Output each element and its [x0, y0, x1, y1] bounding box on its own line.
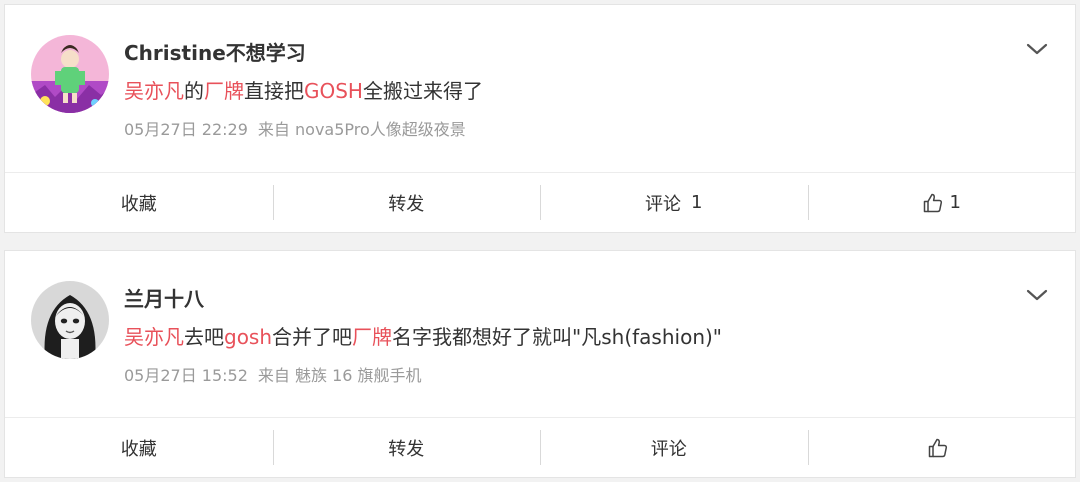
chevron-down-icon[interactable]: [1025, 41, 1049, 57]
comment-card: Christine不想学习 吴亦凡的厂牌直接把GOSH全搬过来得了 05月27日…: [4, 4, 1076, 233]
timestamp: 05月27日 15:52: [124, 366, 248, 385]
repost-button[interactable]: 转发: [272, 418, 541, 477]
repost-button[interactable]: 转发: [272, 173, 541, 232]
comment-button[interactable]: 评论: [540, 418, 808, 477]
comment-count: 1: [691, 192, 703, 213]
like-count: 1: [949, 192, 961, 213]
comment-content: 吴亦凡的厂牌直接把GOSH全搬过来得了: [124, 75, 483, 104]
favorite-label: 收藏: [120, 193, 157, 215]
comment-label: 评论: [645, 193, 682, 215]
timestamp: 05月27日 22:29: [124, 120, 248, 139]
thumbs-up-icon: [922, 192, 944, 214]
mention-link[interactable]: 吴亦凡: [124, 325, 184, 349]
favorite-button[interactable]: 收藏: [5, 418, 273, 477]
username[interactable]: Christine不想学习: [124, 37, 306, 66]
topic-link[interactable]: 厂牌: [352, 325, 392, 349]
content-text: 合并了吧: [272, 325, 353, 349]
topic-link[interactable]: 厂牌: [204, 79, 244, 103]
like-button[interactable]: 1: [807, 173, 1076, 232]
avatar[interactable]: [31, 281, 109, 359]
topic-link[interactable]: GOSH: [304, 79, 363, 103]
repost-label: 转发: [388, 193, 425, 215]
topic-link[interactable]: gosh: [224, 325, 272, 349]
comment-meta: 05月27日 15:52 来自 魅族 16 旗舰手机: [124, 362, 422, 386]
comment-meta: 05月27日 22:29 来自 nova5Pro人像超级夜景: [124, 116, 466, 140]
repost-label: 转发: [388, 438, 425, 460]
post-source: 来自 魅族 16 旗舰手机: [257, 366, 422, 385]
favorite-label: 收藏: [120, 438, 157, 460]
username[interactable]: 兰月十八: [124, 283, 204, 312]
content-text: 全搬过来得了: [362, 79, 483, 103]
favorite-button[interactable]: 收藏: [5, 173, 273, 232]
chevron-down-icon[interactable]: [1025, 287, 1049, 303]
comment-feed: Christine不想学习 吴亦凡的厂牌直接把GOSH全搬过来得了 05月27日…: [0, 0, 1080, 482]
content-text: 的: [184, 79, 204, 103]
content-text: 直接把: [244, 79, 304, 103]
comment-label: 评论: [650, 438, 687, 460]
content-text: 名字我都想好了就叫"凡sh(fashion)": [392, 325, 722, 349]
comment-card: 兰月十八 吴亦凡去吧gosh合并了吧厂牌名字我都想好了就叫"凡sh(fashio…: [4, 250, 1076, 478]
like-button[interactable]: [807, 418, 1076, 477]
action-bar: 收藏 转发 评论 1 1: [5, 172, 1075, 232]
thumbs-up-icon: [927, 437, 949, 459]
post-source: 来自 nova5Pro人像超级夜景: [257, 120, 466, 139]
avatar[interactable]: [31, 35, 109, 113]
action-bar: 收藏 转发 评论: [5, 417, 1075, 477]
comment-button[interactable]: 评论 1: [540, 173, 808, 232]
mention-link[interactable]: 吴亦凡: [124, 79, 184, 103]
content-text: 去吧: [184, 325, 224, 349]
comment-content: 吴亦凡去吧gosh合并了吧厂牌名字我都想好了就叫"凡sh(fashion)": [124, 321, 722, 350]
